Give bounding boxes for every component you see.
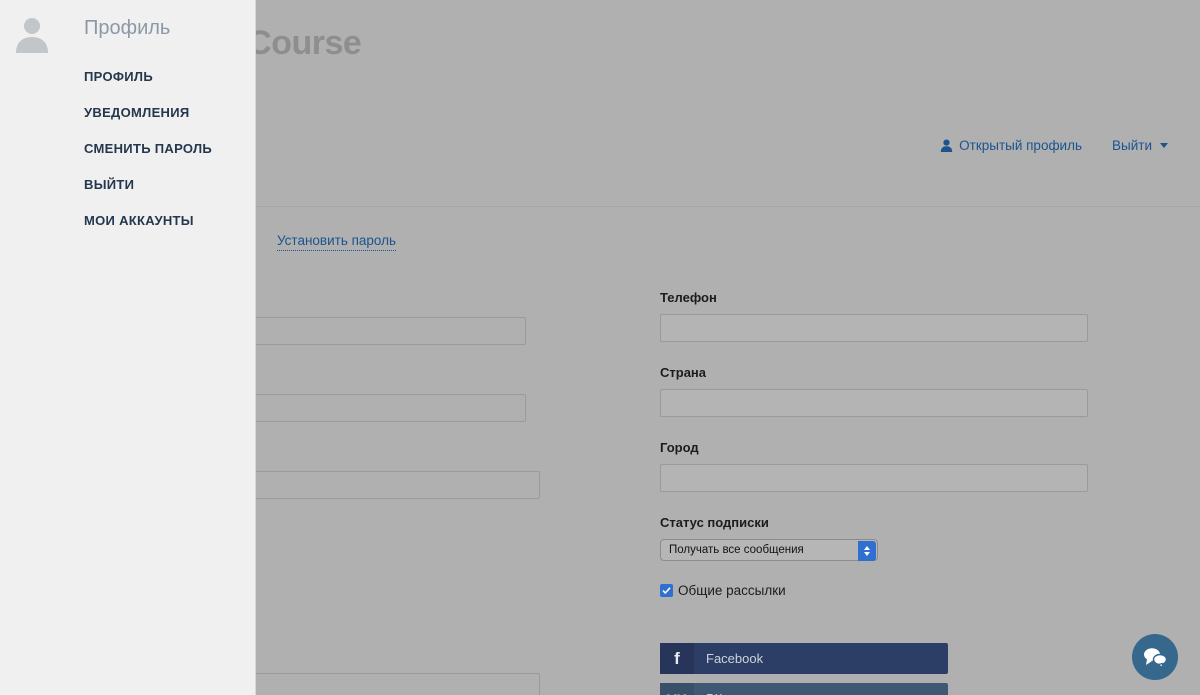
set-password-link[interactable]: Установить пароль (277, 233, 397, 251)
chat-widget-button[interactable] (1132, 634, 1178, 680)
overlay-title: Профиль (84, 17, 171, 39)
subscription-label: Статус подписки (660, 515, 769, 530)
menu-item-my-accounts[interactable]: МОИ АККАУНТЫ (84, 212, 212, 248)
overlay-avatar[interactable] (0, 0, 64, 65)
city-label: Город (660, 440, 699, 455)
newsletter-checkbox[interactable] (660, 584, 673, 597)
vk-connect-button[interactable]: VK ВКонтакте (660, 683, 948, 695)
menu-item-logout[interactable]: ВЫЙТИ (84, 176, 212, 212)
country-input[interactable] (660, 389, 1088, 417)
phone-label: Телефон (660, 290, 717, 305)
logout-label: Выйти (1112, 138, 1152, 153)
open-profile-link[interactable]: Открытый профиль (940, 138, 1082, 153)
facebook-f-icon: f (660, 643, 694, 674)
person-icon (940, 139, 953, 152)
header-actions: Открытый профиль Выйти (940, 138, 1168, 153)
city-input[interactable] (660, 464, 1088, 492)
vk-icon: VK (660, 683, 694, 695)
menu-item-notifications[interactable]: УВЕДОМЛЕНИЯ (84, 104, 212, 140)
chevron-down-icon (1160, 143, 1168, 148)
newsletter-label: Общие рассылки (678, 583, 786, 598)
check-icon (662, 587, 671, 595)
user-avatar-placeholder-icon (16, 17, 48, 53)
country-field: Страна (660, 365, 1088, 417)
phone-input[interactable] (660, 314, 1088, 342)
subscription-selected-value: Получать все сообщения (669, 544, 804, 556)
select-stepper-icon[interactable] (858, 541, 876, 561)
form-column-right: Телефон Страна Город Статус подписки Пол… (660, 290, 1088, 598)
open-profile-label: Открытый профиль (959, 138, 1083, 153)
city-field: Город (660, 440, 1088, 492)
menu-item-profile[interactable]: ПРОФИЛЬ (84, 68, 212, 104)
menu-item-change-password[interactable]: СМЕНИТЬ ПАРОЛЬ (84, 140, 212, 176)
facebook-label: Facebook (706, 651, 764, 666)
social-login-buttons: f Facebook VK ВКонтакте (660, 634, 948, 695)
phone-field: Телефон (660, 290, 1088, 342)
overlay-menu: ПРОФИЛЬ УВЕДОМЛЕНИЯ СМЕНИТЬ ПАРОЛЬ ВЫЙТИ… (84, 68, 212, 248)
logout-dropdown[interactable]: Выйти (1112, 138, 1168, 153)
app-root: GetCourse иль Открытый профиль Выйти дом… (0, 0, 1200, 695)
profile-menu-overlay: Профиль ПРОФИЛЬ УВЕДОМЛЕНИЯ СМЕНИТЬ ПАРО… (0, 0, 256, 695)
chat-bubbles-icon (1144, 648, 1168, 668)
vk-label: ВКонтакте (694, 691, 769, 695)
facebook-connect-button[interactable]: f Facebook (660, 643, 948, 674)
country-label: Страна (660, 365, 707, 380)
newsletter-checkbox-row[interactable]: Общие рассылки (660, 583, 1088, 598)
subscription-select[interactable]: Получать все сообщения (660, 539, 878, 561)
subscription-field: Статус подписки Получать все сообщения (660, 515, 1088, 561)
